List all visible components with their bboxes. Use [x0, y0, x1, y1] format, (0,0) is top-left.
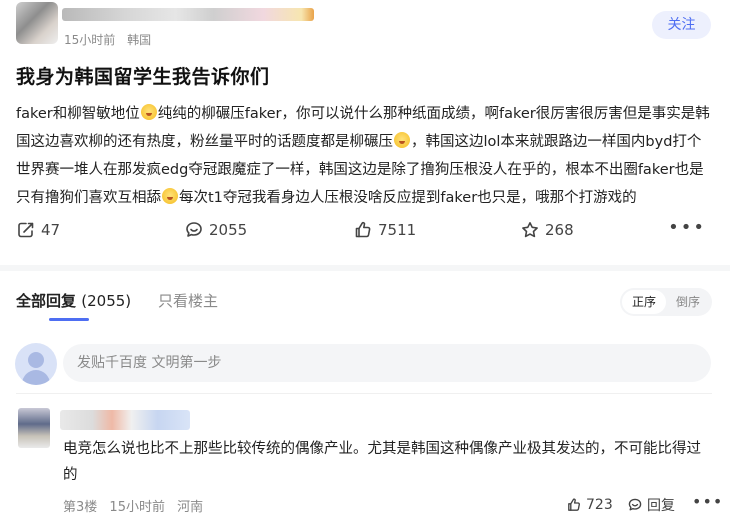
- flushed-face-emoji-icon: [162, 188, 178, 204]
- avatar-head-shape: [28, 352, 44, 368]
- share-button[interactable]: 47: [16, 218, 60, 242]
- tab-all-replies-label: 全部回复: [16, 292, 77, 310]
- share-icon: [18, 222, 34, 238]
- current-user-avatar: [15, 343, 57, 385]
- section-divider: [0, 265, 730, 271]
- post-body-text: faker和柳智敏地位: [16, 106, 140, 122]
- sort-toggle: 正序 倒序: [620, 288, 712, 316]
- thumb-up-icon: [355, 221, 371, 238]
- tab-op-only[interactable]: 只看楼主: [158, 290, 218, 311]
- thumb-up-icon: [568, 498, 580, 511]
- reply-input[interactable]: 发贴千百度 文明第一步: [63, 344, 711, 382]
- comment-like-button[interactable]: 723: [566, 494, 613, 516]
- star-icon: [522, 222, 538, 238]
- post-meta: 15小时前 韩国: [64, 31, 159, 48]
- author-avatar-blurred[interactable]: [16, 2, 58, 44]
- comment-time: 15小时前: [109, 500, 165, 515]
- post-body-text: 每次t1夺冠我看身边人压根没啥反应提到faker也只是，哦那个打游戏的: [179, 190, 637, 206]
- post-location: 韩国: [127, 33, 152, 47]
- favorite-button[interactable]: 268: [520, 218, 574, 242]
- tab-all-replies-count: (2055): [81, 292, 132, 310]
- like-count: 7511: [378, 221, 417, 239]
- comment-meta: 第3楼 15小时前 河南: [63, 496, 211, 515]
- flushed-face-emoji-icon: [394, 132, 410, 148]
- post-title: 我身为韩国留学生我告诉你们: [16, 66, 270, 88]
- follow-button[interactable]: 关注: [652, 11, 711, 39]
- author-name-blurred[interactable]: [62, 8, 314, 21]
- comment-reply-label: 回复: [647, 498, 675, 514]
- flushed-face-emoji-icon: [140, 104, 157, 120]
- comment-icon: [186, 222, 202, 237]
- comment-like-count: 723: [586, 497, 613, 513]
- comment-icon: [628, 498, 642, 511]
- more-icon[interactable]: •••: [692, 492, 723, 511]
- post-actions: 47 2055 7511 268 •••: [16, 218, 712, 242]
- comment-floor: 第3楼: [63, 500, 98, 515]
- share-count: 47: [41, 221, 61, 239]
- sort-ascending-option[interactable]: 正序: [622, 290, 666, 314]
- sort-descending-option[interactable]: 倒序: [666, 290, 710, 314]
- comment-divider: [16, 393, 712, 394]
- active-tab-indicator: [49, 318, 89, 321]
- comment-count: 2055: [209, 221, 248, 239]
- more-icon[interactable]: •••: [668, 218, 706, 238]
- tab-all-replies[interactable]: 全部回复 (2055): [16, 290, 131, 311]
- post-time: 15小时前: [64, 33, 116, 47]
- comment-button[interactable]: 2055: [184, 218, 247, 242]
- avatar-body-shape: [22, 370, 50, 385]
- commenter-avatar-blurred[interactable]: [18, 408, 50, 448]
- favorite-count: 268: [545, 221, 574, 239]
- comment-text: 电竞怎么说也比不上那些比较传统的偶像产业。尤其是韩国这种偶像产业极其发达的，不可…: [63, 441, 701, 483]
- comment-reply-button[interactable]: 回复: [627, 494, 675, 516]
- comment-location: 河南: [177, 500, 204, 515]
- commenter-name-blurred[interactable]: [60, 410, 190, 430]
- like-button[interactable]: 7511: [353, 218, 416, 242]
- post-body: faker和柳智敏地位 纯纯的柳碾压faker，你可以说什么那种纸面成绩，啊fak…: [16, 100, 712, 212]
